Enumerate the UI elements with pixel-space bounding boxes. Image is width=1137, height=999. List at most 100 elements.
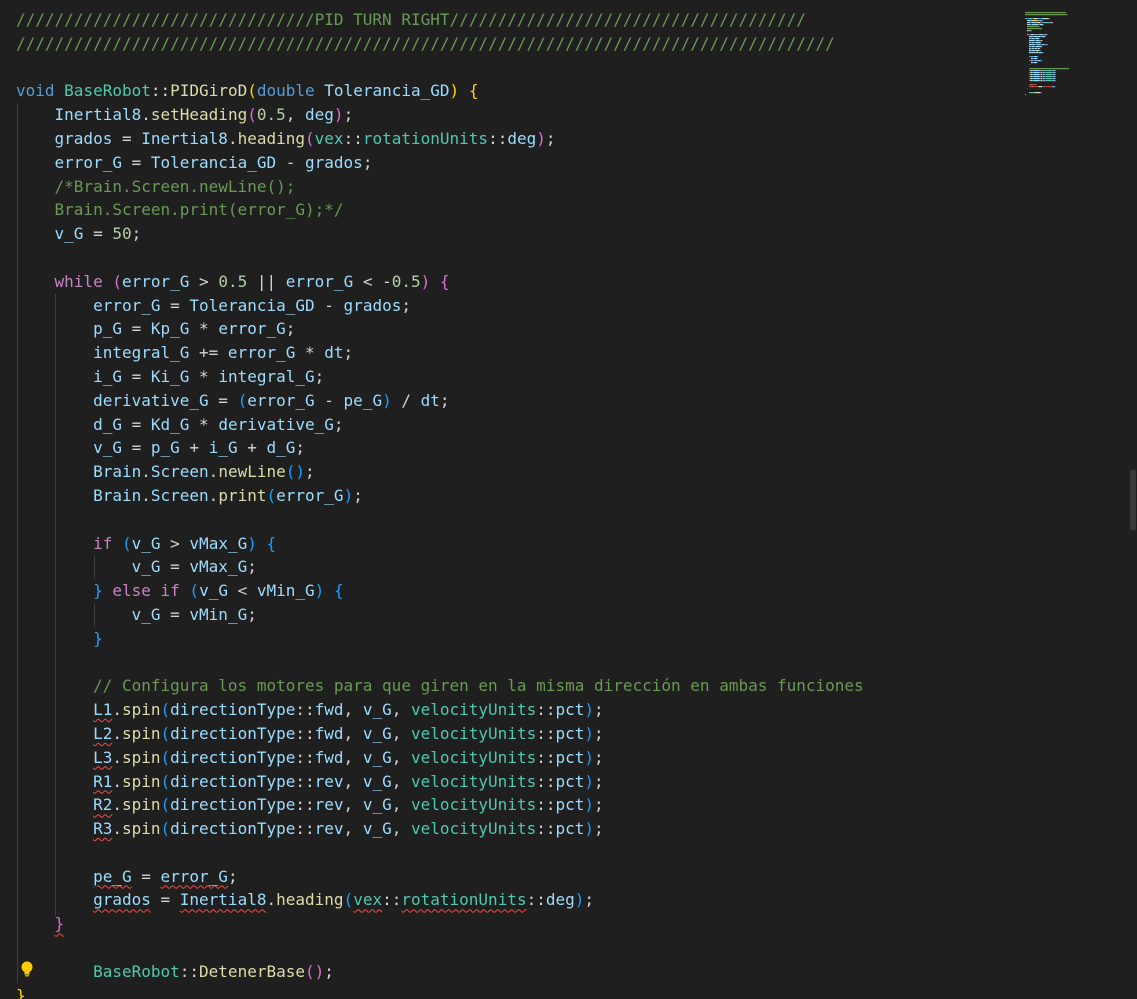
code-line[interactable]: pe_G = error_G; xyxy=(0,865,864,889)
code-line[interactable]: R3.spin(directionType::rev, v_G, velocit… xyxy=(0,817,864,841)
code-token: ( xyxy=(160,747,171,767)
minimap-line xyxy=(1034,40,1036,42)
code-line[interactable] xyxy=(0,56,864,80)
code-line[interactable]: Inertial8.setHeading(0.5, deg); xyxy=(0,103,864,127)
code-line[interactable]: v_G = 50; xyxy=(0,222,864,246)
code-line[interactable]: grados = Inertial8.heading(vex::rotation… xyxy=(0,888,864,912)
code-token: ( xyxy=(247,105,257,125)
code-line[interactable]: p_G = Kp_G * error_G; xyxy=(0,317,864,341)
minimap-line xyxy=(1029,86,1032,88)
minimap-line xyxy=(1031,58,1033,60)
code-line[interactable]: v_G = vMax_G; xyxy=(0,555,864,579)
code-token: i_G xyxy=(93,366,122,386)
code-line[interactable]: L3.spin(directionType::fwd, v_G, velocit… xyxy=(0,746,864,770)
code-line[interactable]: ///////////////////////////////PID TURN … xyxy=(0,8,864,32)
minimap-line xyxy=(1029,60,1030,62)
minimap-line xyxy=(1029,72,1030,74)
code-line[interactable]: d_G = Kd_G * derivative_G; xyxy=(0,413,864,437)
minimap-line xyxy=(1044,34,1047,36)
code-line[interactable]: Brain.Screen.print(error_G);*/ xyxy=(0,198,864,222)
code-token: rev xyxy=(314,795,344,815)
minimap-line xyxy=(1029,48,1031,50)
minimap-line xyxy=(1042,80,1044,82)
code-line[interactable]: /*Brain.Screen.newLine(); xyxy=(0,175,864,199)
code-line[interactable]: ////////////////////////////////////////… xyxy=(0,32,864,56)
code-line[interactable]: } else if (v_G < vMin_G) { xyxy=(0,579,864,603)
code-line[interactable]: v_G = p_G + i_G + d_G; xyxy=(0,436,864,460)
code-line[interactable] xyxy=(0,246,864,270)
code-line[interactable]: // Configura los motores para que giren … xyxy=(0,674,864,698)
code-token: ; xyxy=(545,128,556,148)
minimap-line xyxy=(1037,62,1038,64)
code-line[interactable]: v_G = vMin_G; xyxy=(0,603,864,627)
minimap-line xyxy=(1031,22,1036,24)
code-token: directionType xyxy=(170,700,296,720)
code-line[interactable]: L1.spin(directionType::fwd, v_G, velocit… xyxy=(0,698,864,722)
minimap-line xyxy=(1043,78,1045,80)
code-line[interactable]: if (v_G > vMax_G) { xyxy=(0,532,864,556)
code-line[interactable]: while (error_G > 0.5 || error_G < -0.5) … xyxy=(0,270,864,294)
code-token: . xyxy=(208,485,219,505)
minimap-line xyxy=(1030,76,1031,78)
minimap-line xyxy=(1043,72,1045,74)
minimap-line xyxy=(1035,50,1040,52)
code-token: v_G xyxy=(199,581,228,601)
code-lines[interactable]: ///////////////////////////////PID TURN … xyxy=(0,8,864,999)
code-line[interactable]: Brain.Screen.newLine(); xyxy=(0,460,864,484)
code-editor[interactable]: ///////////////////////////////PID TURN … xyxy=(0,0,1137,999)
code-token: heading xyxy=(276,890,344,910)
minimap-line xyxy=(1052,74,1054,76)
code-line[interactable]: R2.spin(directionType::rev, v_G, velocit… xyxy=(0,793,864,817)
code-token: 50 xyxy=(112,224,132,244)
minimap-line xyxy=(1042,86,1045,88)
code-token: R3 xyxy=(93,819,113,839)
code-line[interactable]: } xyxy=(0,984,864,999)
code-token: , xyxy=(343,771,363,791)
code-token: - xyxy=(314,390,344,410)
code-line[interactable]: i_G = Ki_G * integral_G; xyxy=(0,365,864,389)
scrollbar-thumb[interactable] xyxy=(1130,470,1136,530)
minimap-line xyxy=(1044,44,1047,46)
lightbulb-icon[interactable] xyxy=(19,960,35,978)
code-line[interactable]: derivative_G = (error_G - pe_G) / dt; xyxy=(0,389,864,413)
code-token: = xyxy=(160,295,190,315)
code-token: . xyxy=(112,819,122,839)
code-line[interactable] xyxy=(0,936,864,960)
minimap-line xyxy=(1034,60,1035,62)
code-token: error_G xyxy=(160,866,228,886)
code-line[interactable]: L2.spin(directionType::fwd, v_G, velocit… xyxy=(0,722,864,746)
code-line[interactable] xyxy=(0,651,864,675)
minimap-line xyxy=(1030,56,1032,58)
code-line[interactable] xyxy=(0,841,864,865)
code-line[interactable]: R1.spin(directionType::rev, v_G, velocit… xyxy=(0,770,864,794)
code-line[interactable]: error_G = Tolerancia_GD - grados; xyxy=(0,151,864,175)
code-line[interactable]: BaseRobot::DetenerBase(); xyxy=(0,960,864,984)
code-line[interactable]: void BaseRobot::PIDGiroD(double Toleranc… xyxy=(0,79,864,103)
code-line[interactable]: integral_G += error_G * dt; xyxy=(0,341,864,365)
code-token: Brain xyxy=(93,485,142,505)
minimap-line xyxy=(1038,52,1039,54)
code-line[interactable] xyxy=(0,508,864,532)
minimap-line xyxy=(1032,56,1035,58)
minimap-line xyxy=(1043,22,1050,24)
code-token: v_G xyxy=(362,819,392,839)
code-line[interactable]: } xyxy=(0,627,864,651)
code-token: /*Brain.Screen.newLine(); xyxy=(54,176,296,196)
code-token: { xyxy=(266,533,277,553)
code-line[interactable]: error_G = Tolerancia_GD - grados; xyxy=(0,294,864,318)
minimap-line xyxy=(1034,38,1036,40)
code-token: v_G xyxy=(362,795,392,815)
code-line[interactable]: Brain.Screen.print(error_G); xyxy=(0,484,864,508)
minimap-line xyxy=(1027,28,1042,30)
code-line[interactable]: } xyxy=(0,912,864,936)
code-token: = xyxy=(121,152,151,172)
minimap-line xyxy=(1042,86,1043,88)
code-line[interactable]: grados = Inertial8.heading(vex::rotation… xyxy=(0,127,864,151)
code-token: v_G xyxy=(54,224,84,244)
minimap[interactable] xyxy=(1021,6,1137,106)
